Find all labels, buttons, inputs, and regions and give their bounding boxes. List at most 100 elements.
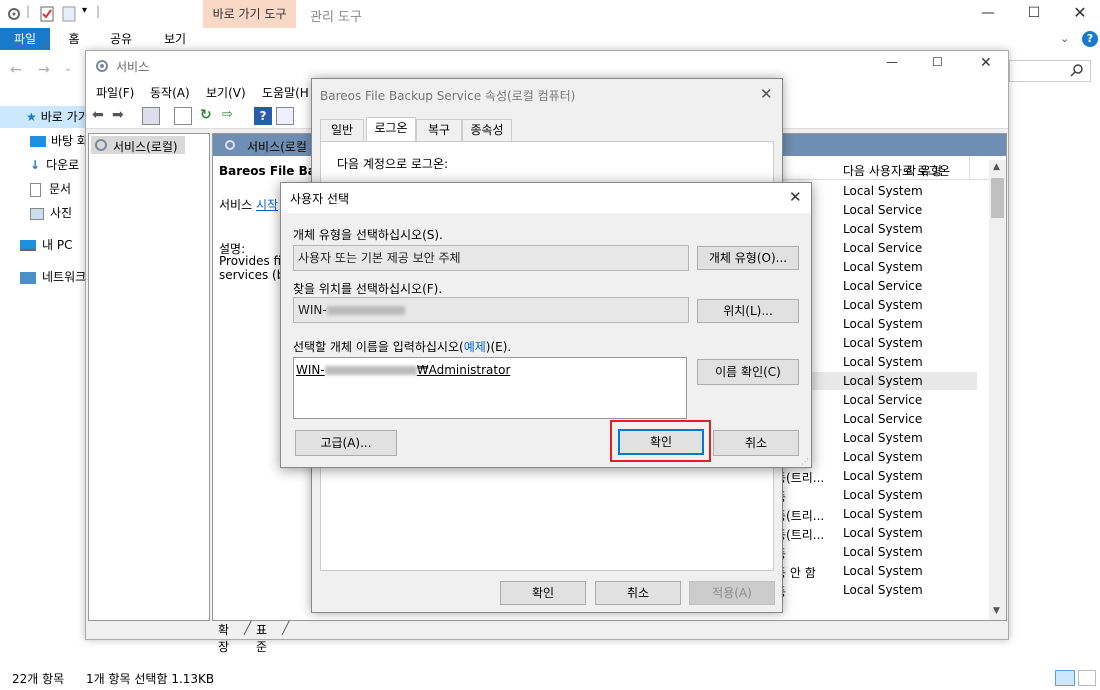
- status-bar: 22개 항목 1개 항목 선택함 1.13KB: [0, 668, 1100, 690]
- nav-item-network[interactable]: 네트워크: [0, 266, 85, 288]
- expand-ribbon-icon[interactable]: ⌄: [1060, 32, 1069, 45]
- tab-share[interactable]: 공유: [108, 28, 134, 50]
- menu-view[interactable]: 보기(V): [206, 84, 246, 101]
- logon-as-cell[interactable]: Local System: [843, 184, 923, 198]
- refresh-icon[interactable]: ↻: [200, 107, 218, 125]
- resize-grip-icon[interactable]: ⋰: [801, 457, 809, 466]
- back-icon[interactable]: ⬅: [92, 107, 110, 125]
- details-view-icon[interactable]: [1055, 670, 1075, 686]
- new-folder-icon[interactable]: [62, 6, 76, 25]
- logon-as-cell[interactable]: Local System: [843, 355, 923, 369]
- tab-dependencies[interactable]: 종속성: [462, 119, 512, 141]
- tab-general[interactable]: 일반: [320, 119, 364, 141]
- select-user-titlebar: 사용자 선택 ✕: [281, 183, 811, 213]
- tab-file[interactable]: 파일: [0, 28, 50, 50]
- console-tree: 서비스(로컬): [88, 133, 210, 621]
- logon-as-cell[interactable]: Local System: [843, 222, 923, 236]
- network-icon: [20, 271, 36, 284]
- select-user-title: 사용자 선택: [290, 192, 350, 206]
- menu-action[interactable]: 동작(A): [150, 84, 190, 101]
- object-types-button[interactable]: 개체 유형(O)...: [697, 246, 799, 270]
- vertical-scrollbar[interactable]: ▲ ▼: [989, 160, 1006, 620]
- properties-sheet-icon[interactable]: [174, 107, 192, 125]
- help-book-icon[interactable]: ?: [254, 107, 272, 125]
- export-list-icon[interactable]: ⇨: [222, 107, 240, 125]
- check-names-button[interactable]: 이름 확인(C): [697, 359, 799, 385]
- minimize-button[interactable]: —: [978, 4, 998, 22]
- scroll-down-icon[interactable]: ▼: [993, 606, 1000, 616]
- logon-as-cell[interactable]: Local System: [843, 507, 923, 521]
- nav-item-desktop[interactable]: 바탕 화: [0, 130, 85, 152]
- nav-item-pictures[interactable]: 사진: [0, 202, 85, 224]
- tab-standard[interactable]: 표준: [256, 621, 267, 655]
- logon-as-label: 다음 계정으로 로그온:: [337, 157, 449, 171]
- select-user-close-button[interactable]: ✕: [789, 188, 802, 206]
- close-button[interactable]: ✕: [1070, 4, 1090, 22]
- nav-item-this-pc[interactable]: 내 PC: [0, 234, 85, 256]
- logon-as-cell[interactable]: Local Service: [843, 241, 922, 255]
- select-user-ok-button[interactable]: 확인: [618, 429, 704, 455]
- logon-as-cell[interactable]: Local System: [843, 431, 923, 445]
- properties-close-button[interactable]: ✕: [760, 85, 773, 103]
- advanced-button[interactable]: 고급(A)...: [295, 430, 397, 456]
- quick-access-toolbar: | ▾ | 바로 가기 도구 관리 도구 — ☐ ✕: [0, 0, 1100, 28]
- tab-recovery[interactable]: 복구: [416, 119, 462, 141]
- examples-link[interactable]: 예제: [464, 340, 486, 354]
- menu-file[interactable]: 파일(F): [96, 84, 134, 101]
- logon-as-cell[interactable]: Local System: [843, 336, 923, 350]
- logon-as-cell[interactable]: Local Service: [843, 279, 922, 293]
- recent-locations-icon[interactable]: ⌄: [64, 63, 72, 74]
- logon-as-cell[interactable]: Local System: [843, 260, 923, 274]
- tree-item-services-local[interactable]: 서비스(로컬): [91, 136, 185, 154]
- logon-as-cell[interactable]: Local System: [843, 450, 923, 464]
- logon-as-cell[interactable]: Local System: [843, 526, 923, 540]
- services-close-button[interactable]: ✕: [980, 55, 992, 71]
- logon-as-cell[interactable]: Local System: [843, 545, 923, 559]
- nav-item-documents[interactable]: 문서: [0, 178, 85, 200]
- redacted-name: [324, 366, 417, 375]
- customize-qat-icon[interactable]: ▾: [82, 5, 87, 16]
- scroll-up-icon[interactable]: ▲: [993, 162, 1000, 172]
- menu-help[interactable]: 도움말(H: [262, 84, 309, 101]
- select-user-dialog: 사용자 선택 ✕ 개체 유형을 선택하십시오(S). 사용자 또는 기본 제공 …: [280, 182, 812, 468]
- logon-as-cell[interactable]: Local System: [843, 469, 923, 483]
- logon-as-cell[interactable]: Local Service: [843, 393, 922, 407]
- start-service-link[interactable]: 시작: [256, 198, 278, 212]
- logon-as-cell[interactable]: Local System: [843, 564, 923, 578]
- tab-extended[interactable]: 확장: [218, 621, 229, 655]
- scroll-thumb[interactable]: [991, 178, 1004, 218]
- logon-as-cell[interactable]: Local Service: [843, 412, 922, 426]
- shortcut-tools-tab[interactable]: 바로 가기 도구: [203, 0, 296, 28]
- services-minimize-button[interactable]: —: [886, 55, 898, 69]
- tab-logon[interactable]: 로그온: [366, 117, 416, 142]
- large-icons-view-icon[interactable]: [1078, 670, 1096, 686]
- locations-button[interactable]: 위치(L)...: [697, 299, 799, 323]
- back-arrow-icon[interactable]: ←: [10, 62, 22, 78]
- logon-as-cell[interactable]: Local System: [843, 583, 923, 597]
- logon-as-cell[interactable]: Local Service: [843, 203, 922, 217]
- logon-as-cell[interactable]: Local System: [843, 298, 923, 312]
- logon-as-cell[interactable]: Local System: [843, 374, 923, 388]
- properties-cancel-button[interactable]: 취소: [595, 581, 681, 605]
- tab-home[interactable]: 홈: [62, 28, 86, 50]
- forward-icon[interactable]: ➡: [112, 107, 130, 125]
- search-box[interactable]: [1009, 60, 1091, 82]
- properties-icon[interactable]: [40, 6, 54, 25]
- show-hide-tree-icon[interactable]: [142, 107, 160, 125]
- tab-view[interactable]: 보기: [162, 28, 188, 50]
- help-icon[interactable]: ?: [1082, 31, 1098, 47]
- settings-icon[interactable]: [6, 6, 22, 25]
- forward-arrow-icon[interactable]: →: [38, 62, 50, 78]
- select-user-cancel-button[interactable]: 취소: [713, 430, 799, 456]
- services-maximize-button[interactable]: ☐: [932, 55, 943, 69]
- logon-as-cell[interactable]: Local System: [843, 488, 923, 502]
- maximize-button[interactable]: ☐: [1024, 4, 1044, 22]
- nav-item-quick-access[interactable]: ★ 바로 가기: [0, 106, 85, 128]
- properties-apply-button[interactable]: 적용(A): [689, 581, 775, 605]
- column-logon-as[interactable]: 다음 사용자로 로그온: [843, 162, 950, 179]
- show-action-pane-icon[interactable]: [276, 107, 294, 125]
- object-names-input[interactable]: WIN- ₩Administrator: [293, 357, 687, 419]
- nav-item-downloads[interactable]: ↓ 다운로: [0, 154, 85, 176]
- properties-ok-button[interactable]: 확인: [500, 581, 586, 605]
- logon-as-cell[interactable]: Local System: [843, 317, 923, 331]
